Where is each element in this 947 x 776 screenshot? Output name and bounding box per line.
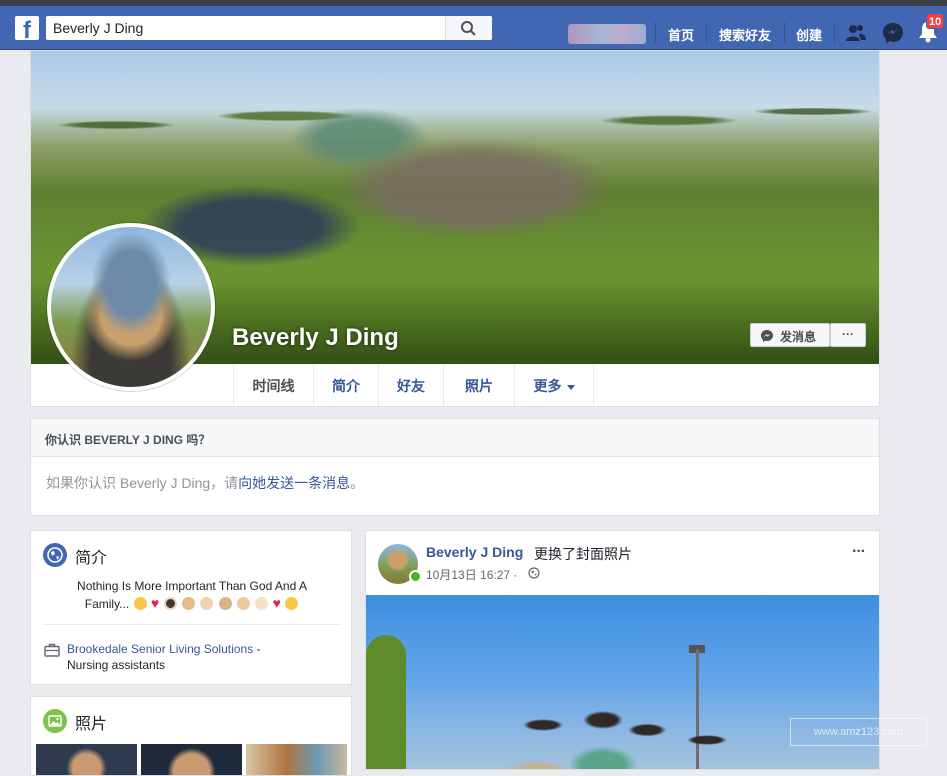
- search-box: [46, 16, 492, 40]
- tab-more-label: 更多: [533, 378, 562, 394]
- profile-picture[interactable]: [47, 223, 215, 391]
- facebook-logo-icon[interactable]: f: [15, 16, 39, 40]
- photos-icon: [43, 709, 67, 733]
- nav-divider: [655, 22, 656, 44]
- person-emoji-icon: [218, 597, 232, 610]
- tab-photos[interactable]: 照片: [443, 364, 514, 406]
- profile-header-card: Beverly J Ding 发消息 ··· 时间线 简介 好友 照片 更多: [30, 50, 880, 407]
- intro-bio-line2: Family...: [84, 597, 130, 611]
- send-message-link[interactable]: 向她发送一条消息: [238, 475, 350, 491]
- user-profile-link[interactable]: [568, 24, 646, 44]
- baby-emoji-icon: [255, 597, 269, 610]
- messenger-icon[interactable]: [882, 22, 904, 44]
- photos-card: 照片: [30, 696, 352, 776]
- nav-find-friends-link[interactable]: 搜索好友: [719, 25, 771, 44]
- messenger-icon: [761, 330, 773, 342]
- online-status-dot: [409, 570, 422, 583]
- intro-bio-line1: Nothing Is More Important Than God And A: [77, 579, 307, 593]
- public-audience-globe-icon[interactable]: [528, 567, 540, 579]
- profile-name: Beverly J Ding: [232, 324, 399, 351]
- nav-divider: [834, 22, 835, 44]
- search-button[interactable]: [445, 16, 492, 40]
- post-options-button[interactable]: ···: [852, 543, 866, 561]
- girl-emoji-icon: [236, 597, 250, 610]
- photo-thumbnail[interactable]: [36, 744, 137, 775]
- nav-divider: [784, 22, 785, 44]
- workplace-role: Nursing assistants: [67, 658, 166, 672]
- heart-emoji-icon: ♥: [150, 595, 160, 611]
- do-you-know-heading: 你认识 BEVERLY J DING 吗？: [45, 433, 211, 447]
- friend-requests-icon[interactable]: [845, 23, 867, 43]
- intro-divider: [43, 624, 341, 625]
- workplace-link[interactable]: Brookedale Senior Living Solutions: [67, 642, 253, 656]
- watermark: www.amz123.com: [790, 718, 927, 746]
- do-you-know-prefix: 如果你认识 Beverly J Ding，请: [46, 475, 239, 491]
- do-you-know-text: 如果你认识 Beverly J Ding，请向她发送一条消息。: [46, 473, 364, 493]
- do-you-know-card: 你认识 BEVERLY J DING 吗？ 如果你认识 Beverly J Di…: [30, 418, 880, 516]
- nav-create-link[interactable]: 创建: [796, 25, 822, 44]
- nav-divider: [706, 22, 707, 44]
- boy-emoji-icon: [200, 597, 214, 610]
- notifications-count-badge: 10: [926, 13, 945, 29]
- intro-work: Brookedale Senior Living Solutions - Nur…: [67, 641, 260, 673]
- heart-emoji-icon: ♥: [272, 595, 281, 611]
- do-you-know-suffix: 。: [350, 475, 365, 491]
- intro-bio-line2-row: Family... ♥ ♥: [57, 595, 327, 613]
- chevron-down-icon: [566, 384, 575, 390]
- intro-card: 简介 Nothing Is More Important Than God An…: [30, 530, 352, 685]
- post-timestamp[interactable]: 10月13日 16:27 ·: [426, 566, 517, 583]
- tab-about[interactable]: 简介: [313, 364, 378, 406]
- man-emoji-icon: [181, 597, 195, 610]
- tab-more[interactable]: 更多: [514, 364, 594, 406]
- top-navigation-bar: f 首页 搜索好友 创建 10: [0, 6, 947, 50]
- tab-friends[interactable]: 好友: [378, 364, 443, 406]
- intro-title: 简介: [75, 550, 108, 567]
- photo-thumbnail[interactable]: [246, 744, 347, 775]
- woman-emoji-icon: [163, 597, 177, 610]
- intro-bio: Nothing Is More Important Than God And A…: [57, 578, 327, 613]
- search-input[interactable]: [46, 16, 460, 40]
- post-author-name[interactable]: Beverly J Ding: [426, 544, 523, 560]
- send-message-label: 发消息: [780, 330, 817, 344]
- post-action-text: 更换了封面照片: [534, 546, 632, 562]
- photo-thumbnail[interactable]: [141, 744, 242, 775]
- do-you-know-header: 你认识 BEVERLY J DING 吗？: [31, 419, 879, 457]
- workplace-separator: -: [253, 642, 261, 656]
- tab-timeline[interactable]: 时间线: [233, 364, 313, 406]
- nav-home-link[interactable]: 首页: [668, 25, 694, 44]
- briefcase-icon: [44, 643, 60, 657]
- globe-icon: [43, 543, 67, 567]
- search-icon: [461, 21, 476, 36]
- profile-more-options-button[interactable]: ···: [830, 323, 866, 347]
- angel-emoji-icon: [133, 597, 147, 610]
- send-message-button[interactable]: 发消息: [750, 323, 830, 347]
- photos-title: 照片: [75, 716, 108, 733]
- angel-emoji-icon: [285, 597, 299, 610]
